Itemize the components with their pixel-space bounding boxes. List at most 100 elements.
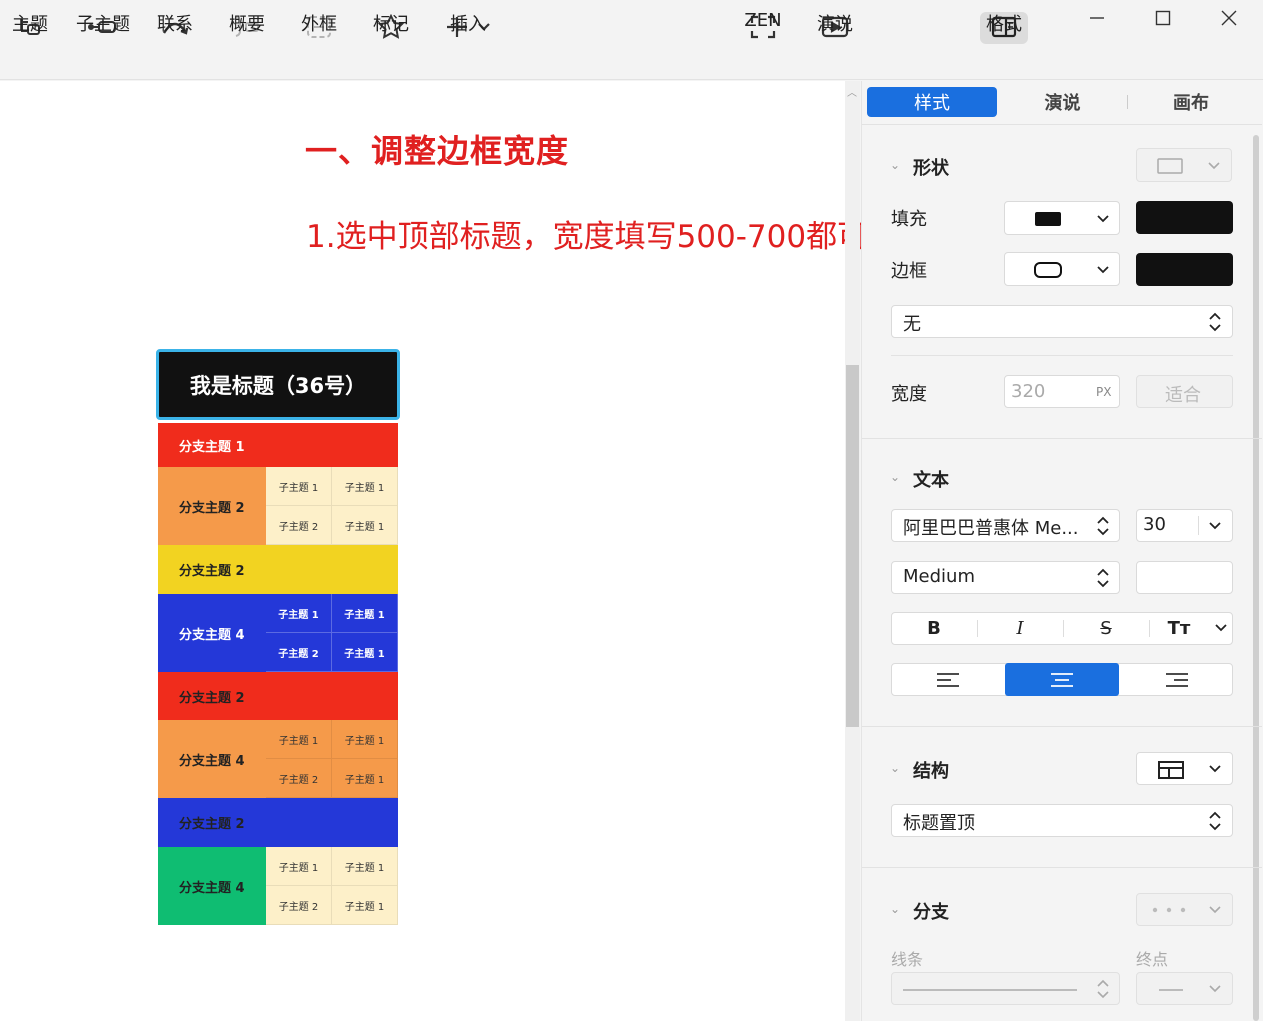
bold-button[interactable]: B bbox=[891, 612, 977, 645]
summary-button[interactable]: 概要 bbox=[227, 8, 267, 74]
border-color-swatch[interactable] bbox=[1136, 253, 1233, 286]
subtopic-cell[interactable]: 子主题 1 bbox=[266, 594, 332, 633]
zen-button[interactable]: ZEN bbox=[743, 8, 783, 74]
chevron-down-icon bbox=[1208, 162, 1220, 170]
chevron-down-icon[interactable]: ⌄ bbox=[890, 158, 900, 172]
fill-style-select[interactable] bbox=[1004, 201, 1120, 235]
branch-row[interactable]: 分支主题 2 bbox=[158, 672, 398, 720]
branch-topic[interactable]: 分支主题 4 bbox=[158, 594, 266, 672]
subtopic-cell[interactable]: 子主题 1 bbox=[332, 506, 398, 545]
subtopic-cell[interactable]: 子主题 2 bbox=[266, 506, 332, 545]
subtopic-cell[interactable]: 子主题 1 bbox=[332, 759, 398, 798]
structure-select[interactable]: 标题置顶 bbox=[891, 804, 1233, 837]
branch-topic[interactable]: 分支主题 2 bbox=[158, 467, 266, 545]
align-right-icon bbox=[1165, 672, 1188, 687]
chevron-down-icon bbox=[1209, 985, 1221, 993]
branch-row[interactable]: 分支主题 2 子主题 1 子主题 1 子主题 2 子主题 1 bbox=[158, 467, 398, 545]
updown-icon bbox=[1209, 811, 1221, 831]
scroll-up-icon[interactable]: ︿ bbox=[847, 84, 857, 99]
tab-presentation[interactable]: 演说 bbox=[1000, 87, 1125, 117]
presentation-button[interactable]: 演说 bbox=[815, 8, 855, 74]
subtopic-cell[interactable]: 子主题 1 bbox=[332, 633, 398, 672]
topic-button[interactable]: 主题 bbox=[10, 8, 50, 74]
branch-topic[interactable]: 分支主题 4 bbox=[158, 847, 266, 925]
align-left-button[interactable] bbox=[891, 663, 1004, 696]
branch-heading: 分支 bbox=[913, 902, 949, 923]
width-input[interactable]: 320 PX bbox=[1004, 375, 1120, 408]
align-center-button[interactable] bbox=[1005, 663, 1119, 696]
relation-button[interactable]: 联系 bbox=[155, 8, 195, 74]
maximize-icon bbox=[1155, 10, 1171, 26]
chevron-down-icon[interactable] bbox=[1214, 623, 1228, 633]
line-label: 线条 bbox=[891, 950, 924, 969]
fill-preview bbox=[1035, 212, 1061, 226]
branch-row[interactable]: 分支主题 2 bbox=[158, 545, 398, 594]
subtopic-cell[interactable]: 子主题 1 bbox=[332, 886, 398, 925]
align-left-icon bbox=[936, 672, 959, 687]
subtopic-cell[interactable]: 子主题 2 bbox=[266, 886, 332, 925]
subtopic-cell[interactable]: 子主题 1 bbox=[266, 467, 332, 506]
marker-button[interactable]: 标记 bbox=[371, 8, 411, 74]
chevron-down-icon[interactable]: ⌄ bbox=[890, 470, 900, 484]
updown-icon bbox=[1209, 312, 1221, 332]
subtopic-cell[interactable]: 子主题 2 bbox=[266, 759, 332, 798]
branch-topic[interactable]: 分支主题 2 bbox=[158, 545, 398, 594]
close-button[interactable] bbox=[1209, 4, 1249, 32]
font-size-select[interactable]: 30 bbox=[1136, 509, 1233, 542]
subtopic-button[interactable]: 子主题 bbox=[76, 8, 130, 74]
insert-button[interactable]: 插入 bbox=[443, 8, 493, 74]
tab-style[interactable]: 样式 bbox=[867, 87, 997, 117]
font-family-select[interactable]: 阿里巴巴普惠体 Me... bbox=[891, 509, 1120, 542]
panel-scrollbar[interactable] bbox=[1253, 135, 1259, 1021]
updown-icon bbox=[1097, 516, 1109, 536]
font-weight-select[interactable]: Medium bbox=[891, 561, 1120, 594]
fit-button[interactable]: 适合 bbox=[1136, 375, 1233, 408]
text-color-swatch[interactable] bbox=[1136, 561, 1233, 594]
shape-select[interactable] bbox=[1136, 148, 1232, 182]
branch-topic[interactable]: 分支主题 1 bbox=[158, 423, 398, 467]
subtopic-cell[interactable]: 子主题 1 bbox=[332, 720, 398, 759]
strikethrough-button[interactable]: S bbox=[1063, 612, 1149, 645]
section-divider bbox=[862, 867, 1262, 868]
updown-icon bbox=[1097, 979, 1109, 999]
border-line-select[interactable]: 无 bbox=[891, 305, 1233, 338]
subtopic-cell[interactable]: 子主题 1 bbox=[332, 594, 398, 633]
branch-row[interactable]: 分支主题 1 bbox=[158, 423, 398, 467]
updown-icon bbox=[1097, 568, 1109, 588]
branch-topic[interactable]: 分支主题 4 bbox=[158, 720, 266, 798]
structure-layout-select[interactable] bbox=[1136, 752, 1233, 785]
subtopic-cell[interactable]: 子主题 1 bbox=[332, 467, 398, 506]
border-style-select[interactable] bbox=[1004, 252, 1120, 286]
text-case-button[interactable]: Tт bbox=[1149, 612, 1209, 645]
minimize-button[interactable] bbox=[1077, 4, 1117, 32]
branch-topic[interactable]: 分支主题 2 bbox=[158, 798, 398, 847]
subtopic-cell[interactable]: 子主题 1 bbox=[332, 847, 398, 886]
branch-row[interactable]: 分支主题 4 子主题 1 子主题 1 子主题 2 子主题 1 bbox=[158, 720, 398, 798]
canvas-scroll-thumb[interactable] bbox=[846, 365, 859, 727]
branch-topic[interactable]: 分支主题 2 bbox=[158, 672, 398, 720]
section-divider bbox=[862, 726, 1262, 727]
central-topic[interactable]: 我是标题（36号） bbox=[156, 349, 400, 420]
line-style-select[interactable] bbox=[891, 972, 1120, 1005]
subtopic-cell[interactable]: 子主题 2 bbox=[266, 633, 332, 672]
subtopic-cell[interactable]: 子主题 1 bbox=[266, 847, 332, 886]
chevron-down-icon[interactable]: ⌄ bbox=[890, 761, 900, 775]
tab-canvas[interactable]: 画布 bbox=[1128, 87, 1254, 117]
annotation-title: 一、调整边框宽度 bbox=[305, 132, 570, 170]
rect-shape-icon bbox=[1157, 158, 1183, 174]
fill-color-swatch[interactable] bbox=[1136, 201, 1233, 234]
chevron-down-icon[interactable]: ⌄ bbox=[890, 902, 900, 916]
toolbar: 主题 子主题 联系 概要 外框 标记 插入 ZEN 演说 格式 bbox=[0, 0, 1263, 80]
boundary-button[interactable]: 外框 bbox=[299, 8, 339, 74]
width-label: 宽度 bbox=[891, 384, 927, 405]
italic-button[interactable]: I bbox=[977, 612, 1063, 645]
align-right-button[interactable] bbox=[1120, 663, 1233, 696]
branch-style-select[interactable] bbox=[1136, 893, 1233, 926]
branch-row[interactable]: 分支主题 2 bbox=[158, 798, 398, 847]
branch-row[interactable]: 分支主题 4 子主题 1 子主题 1 子主题 2 子主题 1 bbox=[158, 847, 398, 925]
maximize-button[interactable] bbox=[1143, 4, 1183, 32]
end-style-select[interactable] bbox=[1136, 972, 1233, 1005]
subtopic-cell[interactable]: 子主题 1 bbox=[266, 720, 332, 759]
branch-row[interactable]: 分支主题 4 子主题 1 子主题 1 子主题 2 子主题 1 bbox=[158, 594, 398, 672]
format-button[interactable]: 格式 bbox=[984, 8, 1024, 74]
